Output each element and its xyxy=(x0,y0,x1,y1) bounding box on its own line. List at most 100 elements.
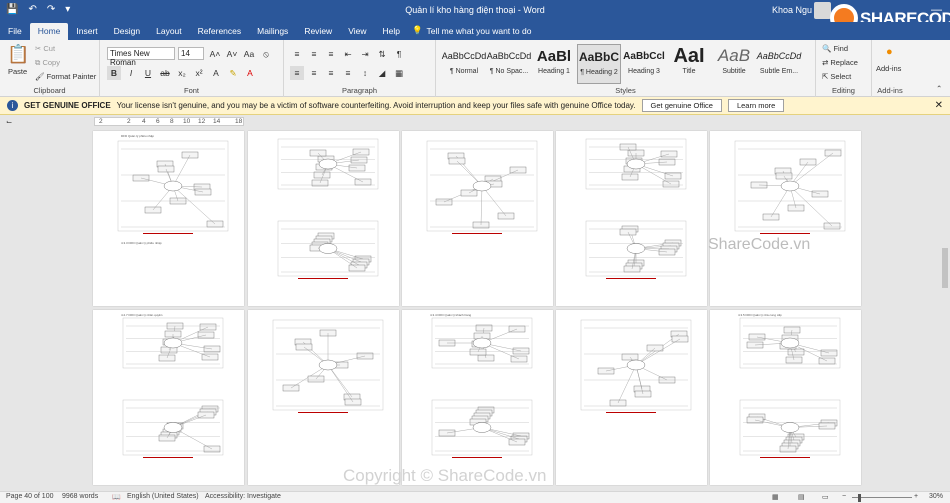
print-layout-icon[interactable]: ▤ xyxy=(798,493,805,501)
copy-button[interactable]: ⧉ Copy xyxy=(35,58,60,68)
justify-icon[interactable]: ≡ xyxy=(341,66,355,80)
sort-icon[interactable]: ⇅ xyxy=(375,47,389,61)
page-thumbnail[interactable]: 4.3.5 DFD Quản lý nhà cung cấp xyxy=(710,310,861,485)
page-thumbnail[interactable] xyxy=(556,131,707,306)
horizontal-ruler[interactable]: 2 2 4 6 8 10 12 14 18 xyxy=(94,117,244,126)
align-left-icon[interactable]: ≡ xyxy=(290,66,304,80)
zoom-level[interactable]: 30% xyxy=(929,493,943,500)
user-name[interactable]: Khoa Ngu xyxy=(772,5,812,15)
tab-home[interactable]: Home xyxy=(29,23,69,40)
page-thumbnail[interactable]: 4.3.4 DFD Quản lý khách hàng xyxy=(402,310,553,485)
tab-mailings[interactable]: Mailings xyxy=(249,26,296,40)
addins-button[interactable]: Add-ins xyxy=(876,64,901,73)
ruler-label: 14 xyxy=(213,118,221,125)
style-subtle-emphasis[interactable]: AaBbCcDd Subtle Em... xyxy=(757,44,802,84)
focus-icon[interactable]: ▦ xyxy=(772,493,779,501)
page-thumbnail[interactable] xyxy=(710,131,861,306)
increase-indent-icon[interactable]: ⇥ xyxy=(358,47,372,61)
cut-button[interactable]: ✂ Cut xyxy=(35,44,55,53)
tell-me-box[interactable]: 💡 Tell me what you want to do xyxy=(408,25,539,40)
line-spacing-icon[interactable]: ↕ xyxy=(358,66,372,80)
tab-layout[interactable]: Layout xyxy=(148,26,190,40)
tab-view[interactable]: View xyxy=(340,26,374,40)
proofing-icon[interactable]: 📖 xyxy=(112,493,121,501)
addins-icon[interactable]: ● xyxy=(886,46,893,58)
bold-icon[interactable]: B xyxy=(107,66,121,80)
get-genuine-button[interactable]: Get genuine Office xyxy=(641,99,722,112)
page-thumbnail[interactable] xyxy=(556,310,707,485)
paste-icon[interactable]: 📋 xyxy=(7,44,29,65)
page-caption: 4.3.5 DFD Quản lý nhà cung cấp xyxy=(738,313,782,317)
paste-button[interactable]: Paste xyxy=(8,67,27,76)
clear-format-icon[interactable]: ⦸ xyxy=(259,47,273,61)
shading-icon[interactable]: ◢ xyxy=(375,66,389,80)
align-center-icon[interactable]: ≡ xyxy=(307,66,321,80)
font-size-select[interactable]: 14 xyxy=(178,47,204,60)
style-title[interactable]: AaI Title xyxy=(667,44,711,84)
page-thumbnail[interactable]: DFD Quản lý phiếu nhập 4.3.3 DFD Quản lý … xyxy=(93,131,244,306)
tab-references[interactable]: References xyxy=(190,26,249,40)
underline-icon[interactable]: U xyxy=(141,66,155,80)
tab-file[interactable]: File xyxy=(0,26,30,40)
page-thumbnail[interactable] xyxy=(248,131,399,306)
style-normal[interactable]: AaBbCcDd ¶ Normal xyxy=(442,44,487,84)
avatar[interactable] xyxy=(814,2,831,19)
zoom-slider-thumb[interactable] xyxy=(858,494,861,502)
tab-review[interactable]: Review xyxy=(296,26,340,40)
style-heading-3[interactable]: AaBbCcl Heading 3 xyxy=(622,44,666,84)
strikethrough-icon[interactable]: ab xyxy=(158,66,172,80)
language[interactable]: English (United States) xyxy=(127,493,199,500)
font-name-select[interactable]: Times New Roman xyxy=(107,47,175,67)
tab-help[interactable]: Help xyxy=(374,26,407,40)
bullets-icon[interactable]: ≡ xyxy=(290,47,304,61)
find-button[interactable]: 🔍 Find xyxy=(822,44,848,53)
dfd-diagram xyxy=(734,140,846,232)
style-heading-1[interactable]: AaBl Heading 1 xyxy=(532,44,576,84)
style-heading-2[interactable]: AaBbC ¶ Heading 2 xyxy=(577,44,621,84)
vertical-scrollbar[interactable] xyxy=(940,128,950,491)
web-layout-icon[interactable]: ▭ xyxy=(822,493,829,501)
accessibility-status[interactable]: Accessibility: Investigate xyxy=(205,493,281,500)
font-color-icon[interactable]: A xyxy=(243,66,257,80)
text-effects-icon[interactable]: A xyxy=(209,66,223,80)
subscript-icon[interactable]: x₂ xyxy=(175,66,189,80)
decrease-indent-icon[interactable]: ⇤ xyxy=(341,47,355,61)
page-thumbnail[interactable] xyxy=(248,310,399,485)
dfd-process xyxy=(626,243,646,254)
select-label: Select xyxy=(830,72,852,81)
zoom-slider[interactable] xyxy=(852,497,912,498)
tab-insert[interactable]: Insert xyxy=(68,26,105,40)
style-subtitle[interactable]: AaB Subtitle xyxy=(712,44,756,84)
replace-button[interactable]: ⇄ Replace xyxy=(822,58,858,67)
shrink-font-icon[interactable]: A˅ xyxy=(225,47,239,61)
multilevel-list-icon[interactable]: ≡ xyxy=(324,47,338,61)
superscript-icon[interactable]: x² xyxy=(192,66,206,80)
tell-me-text: Tell me what you want to do xyxy=(426,25,532,36)
page-thumbnail[interactable]: 4.2.7 DFD Quản lý nhân quyền xyxy=(93,310,244,485)
zoom-in-icon[interactable]: + xyxy=(914,493,918,500)
tab-selector-icon[interactable]: ⌙ xyxy=(6,117,12,126)
format-painter-button[interactable]: 🖌 Format Painter xyxy=(35,72,96,81)
italic-icon[interactable]: I xyxy=(124,66,138,80)
learn-more-button[interactable]: Learn more xyxy=(727,99,785,112)
select-button[interactable]: ⇱ Select xyxy=(822,72,851,81)
zoom-out-icon[interactable]: − xyxy=(842,493,846,500)
numbering-icon[interactable]: ≡ xyxy=(307,47,321,61)
page-count[interactable]: Page 40 of 100 xyxy=(6,493,54,500)
tab-design[interactable]: Design xyxy=(106,26,148,40)
page-thumbnail[interactable] xyxy=(402,131,553,306)
highlight-icon[interactable]: ✎ xyxy=(226,66,240,80)
grow-font-icon[interactable]: A˄ xyxy=(208,47,222,61)
style-no-spacing[interactable]: AaBbCcDd ¶ No Spac... xyxy=(487,44,532,84)
change-case-icon[interactable]: Aa xyxy=(242,47,256,61)
figure-caption-line xyxy=(606,412,656,413)
show-marks-icon[interactable]: ¶ xyxy=(392,47,406,61)
borders-icon[interactable]: ▦ xyxy=(392,66,406,80)
word-count[interactable]: 9968 words xyxy=(62,493,98,500)
close-icon[interactable]: ✕ xyxy=(935,100,943,111)
genuine-office-bar: i GET GENUINE OFFICE Your license isn't … xyxy=(0,97,950,115)
align-right-icon[interactable]: ≡ xyxy=(324,66,338,80)
collapse-ribbon-icon[interactable]: ⌃ xyxy=(936,84,942,93)
style-name: Title xyxy=(682,68,696,75)
scrollbar-thumb[interactable] xyxy=(942,248,948,288)
